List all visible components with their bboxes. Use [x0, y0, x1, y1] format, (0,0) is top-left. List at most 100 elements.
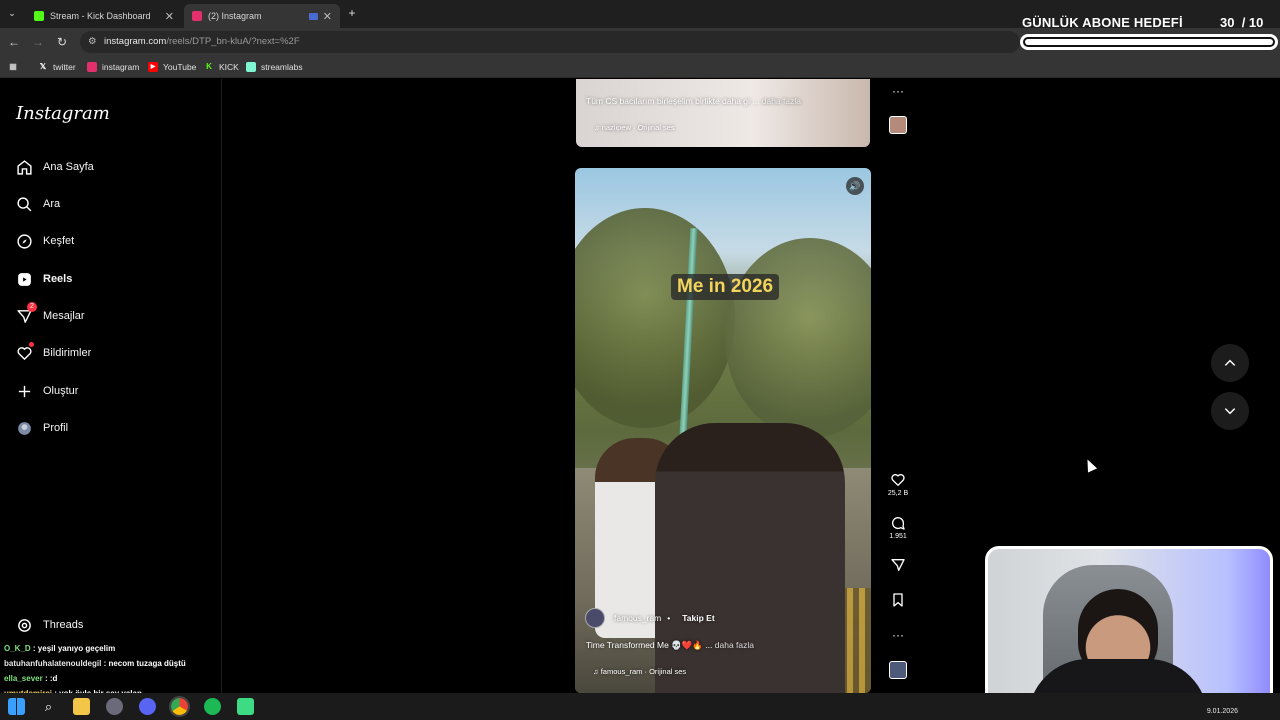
- back-icon[interactable]: ←: [6, 34, 22, 50]
- home-icon: [17, 159, 32, 175]
- messages-badge: 2: [27, 302, 37, 312]
- streamlabs-icon: [246, 62, 256, 72]
- share-icon: [891, 559, 905, 571]
- threads-icon: [18, 618, 31, 632]
- reel-author-row: famous_ram • Takip Et: [585, 608, 715, 628]
- share-button[interactable]: [884, 557, 912, 575]
- bookmark-label: YouTube: [163, 62, 197, 72]
- volume-icon[interactable]: 🔊: [846, 177, 864, 195]
- nav-create[interactable]: Oluştur: [16, 379, 78, 403]
- caption-more-link[interactable]: daha fazla: [715, 640, 754, 650]
- next-reel-button[interactable]: [1211, 392, 1249, 430]
- sub-goal-progress-fill: [1025, 39, 1273, 45]
- follow-button[interactable]: Takip Et: [682, 613, 714, 623]
- reload-icon[interactable]: ↻: [54, 34, 70, 50]
- bookmark-label: streamlabs: [261, 62, 303, 72]
- nav-reels[interactable]: Reels: [16, 267, 72, 291]
- spotify-icon[interactable]: [204, 698, 221, 715]
- webcam-overlay: [985, 546, 1273, 706]
- save-button[interactable]: [884, 592, 912, 610]
- bookmark-icon: [893, 593, 903, 607]
- bookmark-streamlabs[interactable]: streamlabs: [246, 60, 303, 74]
- reel-video[interactable]: Me in 2026 🔊 famous_ram • Takip Et Time …: [575, 168, 871, 693]
- youtube-icon: ▶: [148, 62, 158, 72]
- instagram-favicon-icon: [192, 11, 202, 21]
- chat-message: O_K_D : yeşil yanıyo geçelim: [4, 644, 115, 653]
- like-button[interactable]: 25,2 B: [884, 472, 912, 497]
- tab-instagram[interactable]: (2) Instagram ✕: [184, 4, 340, 28]
- windows-taskbar: ⌕ 9.01.2026: [0, 693, 1280, 720]
- site-info-icon[interactable]: ⚙: [88, 31, 97, 53]
- close-icon[interactable]: ✕: [165, 10, 174, 23]
- previous-reel[interactable]: Tüm CS bacılarım birleşelim birlikte dah…: [576, 79, 870, 147]
- nav-notifications[interactable]: Bildirimler: [16, 341, 91, 365]
- prev-more-options-icon[interactable]: ···: [884, 84, 912, 98]
- chrome-icon[interactable]: [169, 696, 190, 717]
- nav-messages[interactable]: 2 Mesajlar: [16, 302, 85, 328]
- audio-label: famous_ram · Orijinal ses: [600, 667, 687, 676]
- nav-label: Bildirimler: [43, 347, 92, 359]
- like-count: 25,2 B: [887, 490, 909, 497]
- search-icon[interactable]: ⌕: [40, 698, 57, 715]
- instagram-logo[interactable]: Instagram: [16, 103, 110, 124]
- chat-text: : necom tuzaga düştü: [103, 659, 186, 668]
- comment-count: 1.951: [889, 533, 907, 540]
- nav-threads[interactable]: Threads: [16, 613, 83, 637]
- compass-icon: [17, 233, 32, 249]
- bookmark-label: instagram: [102, 62, 140, 72]
- nav-home[interactable]: Ana Sayfa: [16, 155, 94, 179]
- author-username[interactable]: famous_ram: [614, 613, 661, 623]
- more-options-icon[interactable]: ···: [884, 628, 912, 642]
- sub-goal-count: 30 / 10: [1220, 15, 1263, 30]
- cast-icon: [309, 12, 318, 20]
- bookmark-instagram[interactable]: instagram: [87, 60, 139, 74]
- file-explorer-icon[interactable]: [73, 698, 90, 715]
- audio-thumbnail[interactable]: [889, 661, 907, 679]
- nav-label: Ara: [43, 198, 61, 210]
- x-logo-icon: 𝕏: [39, 62, 47, 71]
- apps-grid-icon[interactable]: ▦: [8, 60, 23, 74]
- chevron-up-icon: [1224, 359, 1236, 366]
- bookmark-twitter[interactable]: 𝕏twitter: [38, 60, 76, 74]
- close-icon[interactable]: ✕: [323, 10, 332, 23]
- reel-audio[interactable]: ♫ nazlipew · Orijinal ses: [594, 123, 675, 132]
- address-bar[interactable]: ⚙ instagram.com/reels/DTP_bn-kluA/?next=…: [80, 31, 1020, 53]
- notification-dot: [29, 342, 34, 347]
- forward-icon[interactable]: →: [30, 34, 46, 50]
- kick-icon: K: [206, 62, 212, 71]
- previous-reel-button[interactable]: [1211, 344, 1249, 382]
- nav-label: Threads: [43, 619, 84, 631]
- url-path: /reels/DTP_bn-kluA/?next=%2F: [166, 36, 300, 47]
- tab-kick-dashboard[interactable]: Stream - Kick Dashboard ✕: [26, 4, 182, 28]
- nav-label: Keşfet: [43, 235, 75, 247]
- caption-more-link[interactable]: daha fazla: [762, 96, 801, 106]
- new-tab-plus-icon[interactable]: +: [344, 5, 360, 21]
- app-icon[interactable]: [237, 698, 254, 715]
- nav-explore[interactable]: Keşfet: [16, 229, 74, 253]
- nav-profile[interactable]: Profil: [16, 416, 68, 440]
- app-icon[interactable]: [106, 698, 123, 715]
- prev-audio-thumbnail[interactable]: [889, 116, 907, 134]
- tab-label: Stream - Kick Dashboard: [50, 11, 151, 21]
- nav-label: Mesajlar: [43, 310, 85, 322]
- instagram-sidebar: Instagram Ana Sayfa Ara Keşfet Reels 2 M…: [0, 79, 222, 693]
- chat-text: : :d: [44, 674, 58, 683]
- video-frame-person: [655, 423, 845, 693]
- caption-text: Time Transformed Me 💀❤️🔥 ...: [586, 640, 713, 650]
- tab-label: (2) Instagram: [208, 11, 262, 21]
- video-frame-tree: [725, 238, 871, 438]
- chat-username: batuhanfuhalatenouldegil: [4, 659, 102, 668]
- comment-button[interactable]: 1.951: [884, 515, 912, 540]
- bookmark-youtube[interactable]: ▶ YouTube: [148, 60, 196, 74]
- nav-search[interactable]: Ara: [16, 192, 60, 216]
- tab-search-icon[interactable]: ⌄: [4, 5, 20, 21]
- windows-start-icon[interactable]: [8, 698, 25, 715]
- author-avatar[interactable]: [585, 608, 605, 628]
- reel-audio[interactable]: ♫ famous_ram · Orijinal ses: [593, 667, 686, 676]
- caption-text: Tüm CS bacılarım birleşelim birlikte dah…: [586, 96, 760, 106]
- chat-username: O_K_D: [4, 644, 31, 653]
- clock-date[interactable]: 9.01.2026: [1207, 708, 1238, 715]
- discord-icon[interactable]: [139, 698, 156, 715]
- reel-overlay-text: Me in 2026: [671, 274, 780, 300]
- bookmark-kick[interactable]: K KICK: [204, 60, 239, 74]
